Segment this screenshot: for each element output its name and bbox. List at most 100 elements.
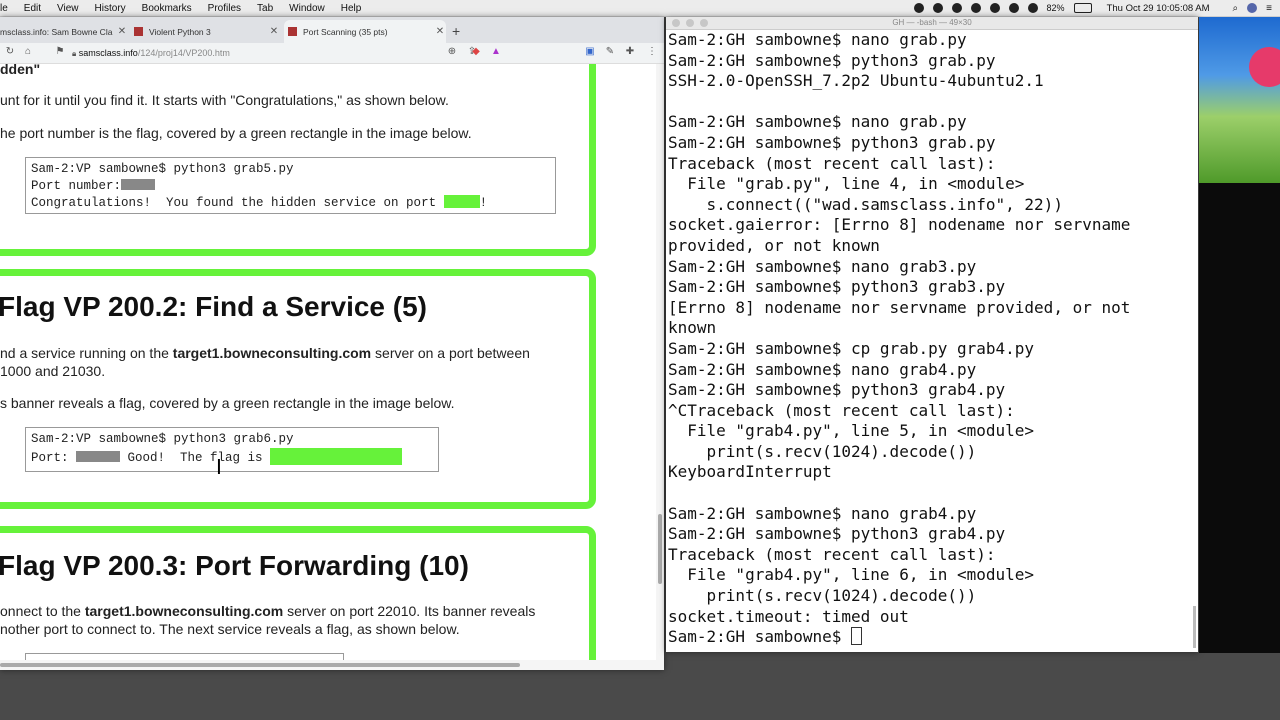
puzzle-icon[interactable]: ✚	[624, 46, 636, 58]
scroll-thumb[interactable]	[658, 514, 662, 584]
status-area: 82% Thu Oct 29 10:05:08 AM ⌕ ≡	[913, 0, 1280, 16]
menu-edit[interactable]: Edit	[16, 3, 49, 14]
close-icon[interactable]: ✕	[116, 26, 128, 37]
terminal-window[interactable]: GH — -bash — 49×30 Sam-2:GH sambowne$ na…	[666, 17, 1198, 652]
terminal-line: Sam-2:GH sambowne$ nano grab4.py	[668, 359, 977, 379]
zoom-button[interactable]	[700, 19, 708, 27]
code-text: Good! The flag is	[120, 451, 271, 465]
menu-view[interactable]: View	[49, 3, 87, 14]
target-host: target1.bowneconsulting.com	[84, 603, 284, 619]
browser-window: msclass.info: Sam Bowne Cla ✕ Violent Py…	[0, 17, 664, 670]
terminal-title: GH — -bash — 49×30	[892, 18, 972, 27]
terminal-line: Sam-2:GH sambowne$ nano grab.py	[668, 112, 967, 132]
brave-shield-icon[interactable]: ◆	[470, 46, 482, 58]
terminal-line: socket.gaierror: [Errno 8] nodename nor …	[668, 215, 1131, 235]
terminal-prompt: Sam-2:GH sambowne$	[668, 627, 852, 647]
terminal-line: ^CTraceback (most recent call last):	[668, 400, 1015, 420]
mail-icon[interactable]	[932, 3, 943, 13]
battery-icon[interactable]	[1073, 3, 1092, 13]
section-3-paragraph-1: onnect to the target1.bowneconsulting.co…	[0, 603, 535, 619]
wifi-icon[interactable]	[1008, 3, 1019, 13]
terminal-line: print(s.recv(1024).decode())	[668, 441, 977, 461]
volume-icon[interactable]	[1027, 3, 1038, 13]
terminal-line: SSH-2.0-OpenSSH_7.2p2 Ubuntu-4ubuntu2.1	[668, 71, 1044, 91]
terminal-line: Sam-2:GH sambowne$ python3 grab.py	[668, 50, 996, 70]
scroll-thumb[interactable]	[1193, 606, 1196, 648]
section-2-title: Flag VP 200.2: Find a Service (5)	[0, 291, 427, 322]
close-icon[interactable]: ✕	[434, 26, 446, 37]
bluetooth-icon[interactable]	[989, 3, 1000, 13]
section-2-paragraph-1b: 1000 and 21030.	[0, 363, 106, 379]
code-text: Congratulations! You found the hidden se…	[31, 196, 444, 210]
extension-icon[interactable]: ▣	[584, 46, 596, 58]
rewards-icon[interactable]: ▲	[490, 46, 502, 58]
tab-violent-python[interactable]: Violent Python 3 ✕	[130, 20, 280, 43]
battery-percent[interactable]: 82%	[1047, 3, 1065, 13]
terminal-prompt-line[interactable]: Sam-2:GH sambowne$	[668, 627, 1188, 648]
terminal-line: Traceback (most recent call last):	[668, 544, 996, 564]
bookmark-icon[interactable]: ⚑	[54, 46, 66, 58]
display-icon[interactable]	[970, 3, 981, 13]
scroll-thumb[interactable]	[0, 663, 520, 667]
code-line: Port number:	[31, 178, 550, 195]
record-icon[interactable]	[913, 3, 924, 13]
menu-history[interactable]: History	[87, 3, 134, 14]
translate-icon[interactable]: ✎	[604, 46, 616, 58]
menu-help[interactable]: Help	[333, 3, 370, 14]
text-run: nd a service running on the	[0, 345, 173, 361]
tab-label: Port Scanning (35 pts)	[303, 26, 388, 37]
browser-toolbar: ↻ ⌂ ⚑ 🔒︎ samsclass.info/124/proj14/VP200…	[0, 43, 664, 64]
tab-port-scanning[interactable]: Port Scanning (35 pts) ✕	[284, 20, 446, 43]
target-host: target1.bowneconsulting.com	[172, 345, 372, 361]
code-text: Port number:	[31, 179, 122, 193]
text-run: onnect to the	[0, 603, 85, 619]
minimize-button[interactable]	[686, 19, 694, 27]
menu-icon[interactable]: ⋮	[646, 46, 658, 58]
menu-profiles[interactable]: Profiles	[200, 3, 249, 14]
menu-bookmarks[interactable]: Bookmarks	[134, 3, 200, 14]
terminal-cursor	[851, 627, 863, 646]
control-center-icon[interactable]: ≡	[1266, 3, 1272, 14]
vertical-scrollbar[interactable]	[656, 64, 664, 660]
flag-cover	[443, 195, 480, 208]
page-content: dden" unt for it until you find it. It s…	[0, 64, 656, 660]
search-icon[interactable]: ⌕	[1233, 3, 1239, 14]
zoom-icon[interactable]: ⊕	[446, 46, 458, 58]
section-1-paragraph-2: he port number is the flag, covered by a…	[0, 125, 472, 141]
section-2-paragraph-2: s banner reveals a flag, covered by a gr…	[0, 395, 455, 411]
menu-window[interactable]: Window	[281, 3, 333, 14]
redacted-port	[121, 179, 156, 190]
terminal-line: [Errno 8] nodename nor servname provided…	[668, 297, 1131, 317]
terminal-line: Sam-2:GH sambowne$ python3 grab.py	[668, 132, 996, 152]
tab-sam-bowne-class[interactable]: msclass.info: Sam Bowne Cla ✕	[0, 20, 128, 43]
clock[interactable]: Thu Oct 29 10:05:08 AM	[1107, 3, 1210, 14]
code-text: Port:	[31, 451, 77, 465]
menu-file[interactable]: le	[0, 3, 16, 14]
close-icon[interactable]: ✕	[268, 26, 280, 37]
new-tab-button[interactable]: +	[452, 23, 460, 39]
terminal-output[interactable]: Sam-2:GH sambowne$ nano grab.py Sam-2:GH…	[668, 30, 1188, 650]
user-icon[interactable]	[1247, 3, 1258, 13]
horizontal-scrollbar[interactable]	[0, 660, 664, 670]
text-run: server on port 22010. Its banner reveals	[283, 603, 536, 619]
code-line: Sam-2:VP sambowne$ python3 grab5.py	[31, 162, 294, 176]
cloud-icon[interactable]	[951, 3, 962, 13]
terminal-line: Sam-2:GH sambowne$ nano grab.py	[668, 30, 967, 49]
terminal-line: Sam-2:GH sambowne$ nano grab3.py	[668, 256, 977, 276]
menu-bar: le Edit View History Bookmarks Profiles …	[0, 0, 1280, 17]
home-icon[interactable]: ⌂	[22, 46, 34, 58]
tab-bar: msclass.info: Sam Bowne Cla ✕ Violent Py…	[0, 17, 664, 43]
desktop-wallpaper	[1199, 17, 1280, 183]
favicon-icon	[288, 27, 297, 36]
terminal-scrollbar[interactable]	[1193, 31, 1197, 649]
tab-label: msclass.info: Sam Bowne Cla	[0, 26, 113, 37]
close-button[interactable]	[672, 19, 680, 27]
reload-icon[interactable]: ↻	[4, 46, 16, 58]
code-block-partial	[25, 653, 344, 660]
address-bar[interactable]: 🔒︎ samsclass.info/124/proj14/VP200.htm	[72, 45, 462, 61]
terminal-titlebar: GH — -bash — 49×30	[666, 17, 1198, 30]
terminal-line: print(s.recv(1024).decode())	[668, 586, 977, 606]
menu-tab[interactable]: Tab	[249, 3, 281, 14]
